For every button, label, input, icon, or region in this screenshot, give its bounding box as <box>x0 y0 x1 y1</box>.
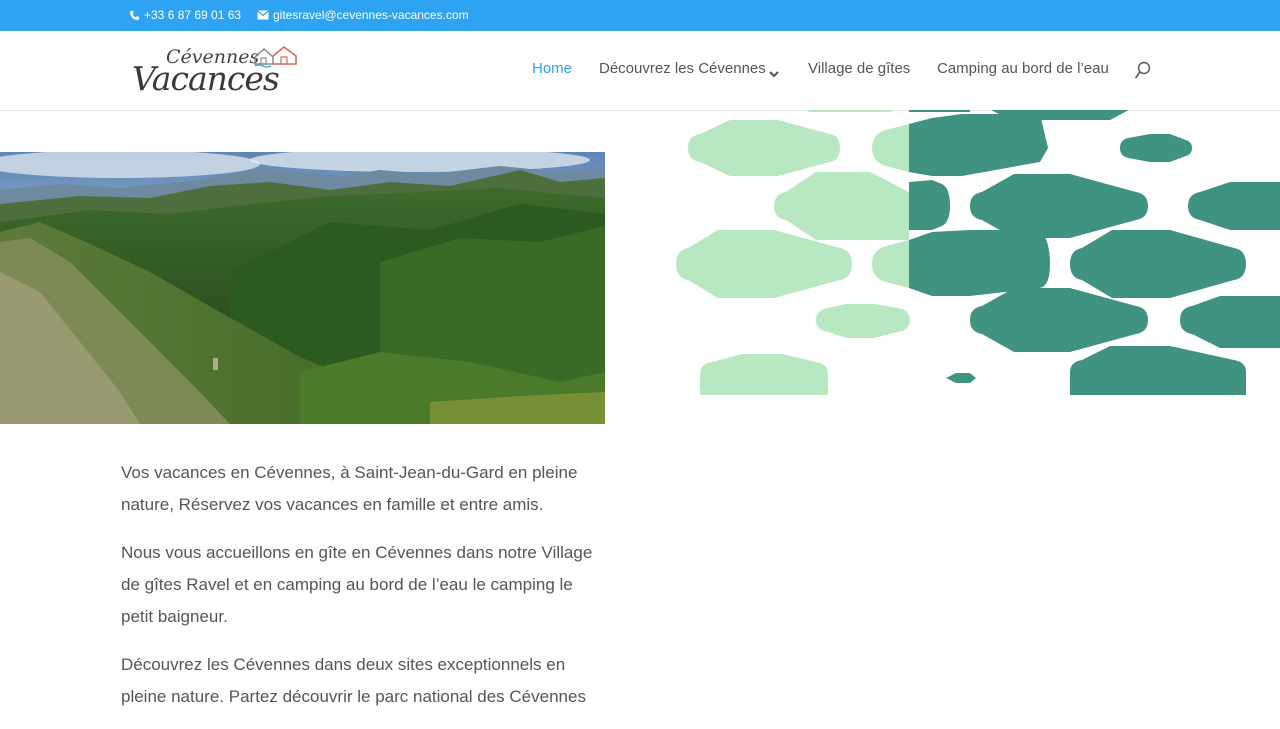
intro-paragraph-1: Vos vacances en Cévennes, à Saint-Jean-d… <box>121 463 578 514</box>
hero-landscape-image <box>0 152 605 424</box>
nav-item-village[interactable]: Village de gîtes <box>808 60 910 77</box>
intro-paragraph-2: Nous vous accueillons en gîte en Cévenne… <box>121 543 593 626</box>
intro-paragraph-3: Découvrez les Cévennes dans deux sites e… <box>121 655 586 706</box>
site-logo[interactable]: Cévennes Vacances <box>130 45 305 98</box>
mail-icon <box>257 10 269 20</box>
email-contact[interactable]: gitesravel@cevennes-vacances.com <box>257 8 469 22</box>
chevron-down-icon[interactable] <box>769 65 779 82</box>
site-header: Cévennes Vacances Home Découvrez les Cév… <box>0 31 1280 111</box>
houses-icon <box>252 45 300 73</box>
search-icon[interactable] <box>1134 61 1152 84</box>
nav-item-camping[interactable]: Camping au bord de l’eau <box>937 60 1109 77</box>
nav-item-home[interactable]: Home <box>532 60 572 77</box>
intro-text: Vos vacances en Cévennes, à Saint-Jean-d… <box>121 457 607 729</box>
nav-item-decouvrez[interactable]: Découvrez les Cévennes <box>599 60 766 77</box>
top-bar: +33 6 87 69 01 63 gitesravel@cevennes-va… <box>0 0 1280 31</box>
phone-icon <box>129 10 140 21</box>
decorative-hexagon-pattern <box>670 110 1280 395</box>
phone-number[interactable]: +33 6 87 69 01 63 <box>144 8 241 22</box>
email-address[interactable]: gitesravel@cevennes-vacances.com <box>273 8 469 22</box>
phone-contact[interactable]: +33 6 87 69 01 63 <box>129 8 241 22</box>
